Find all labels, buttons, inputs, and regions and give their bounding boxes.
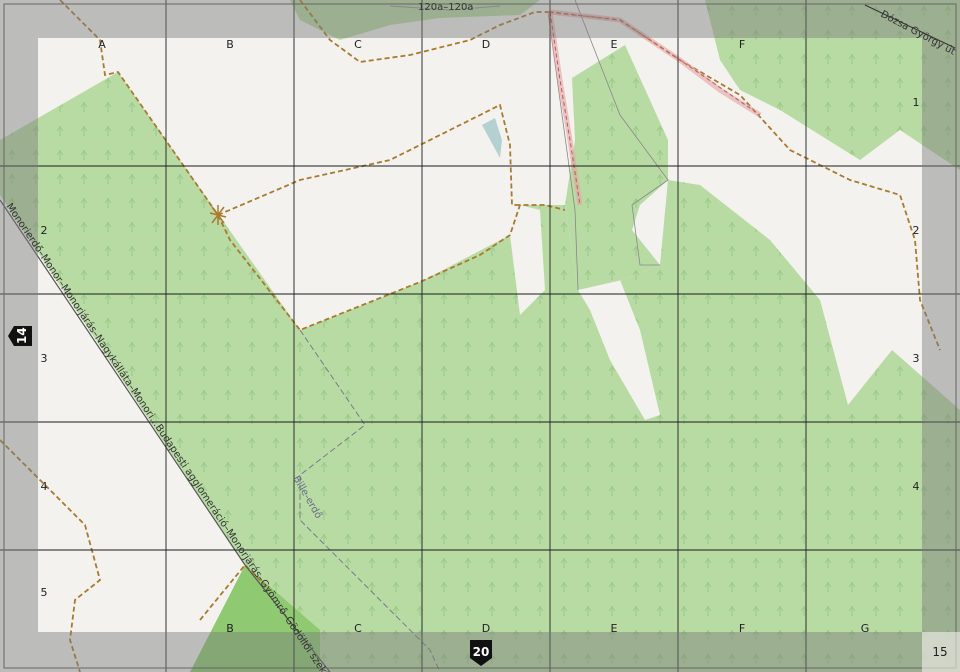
col-label-f: F [739,38,745,51]
row-label-left-2: 2 [41,224,48,237]
col-label-bottom-c: C [354,622,362,635]
col-label-bottom-d: D [482,622,490,635]
page-ref-corner-number: 15 [932,645,947,659]
col-label-c: C [354,38,362,51]
col-label-a: A [98,38,106,51]
row-label-left-5: 5 [41,586,48,599]
row-label-right-4: 4 [913,480,920,493]
col-label-bottom-g: G [861,622,870,635]
row-label-left-3: 3 [41,352,48,365]
col-label-bottom-b: B [226,622,234,635]
road-label-top: 120a–120a [418,2,473,13]
map-canvas[interactable]: 120a–120a Dózsa György út Monorierdő–Mon… [0,0,960,672]
page-ref-left-number: 14 [15,327,29,344]
border-top [0,0,960,38]
col-label-d: D [482,38,490,51]
col-label-e: E [611,38,618,51]
row-label-right-2: 2 [913,224,920,237]
row-label-left-4: 4 [41,480,48,493]
page-ref-corner[interactable]: 15 [922,632,960,672]
row-label-right-3: 3 [913,352,920,365]
col-label-bottom-e: E [611,622,618,635]
col-label-bottom-f: F [739,622,745,635]
border-right [922,38,960,632]
row-label-right-1: 1 [913,96,920,109]
page-ref-bottom-number: 20 [473,645,490,659]
col-label-b: B [226,38,234,51]
